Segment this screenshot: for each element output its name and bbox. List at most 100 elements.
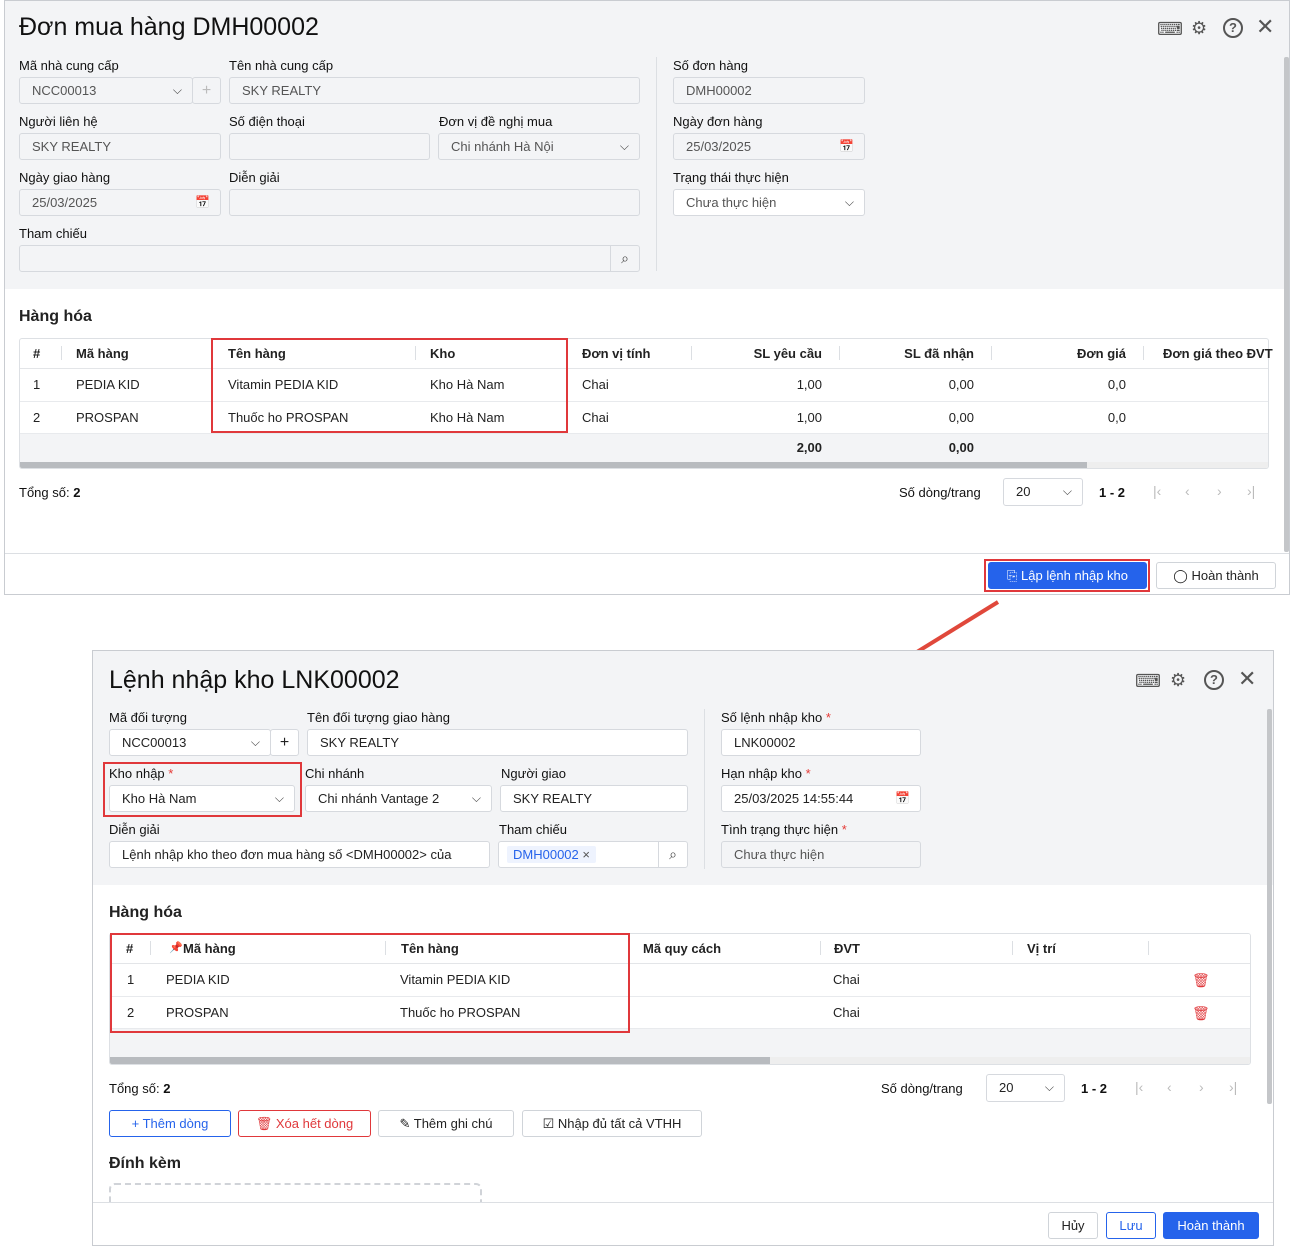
- horizontal-scrollbar[interactable]: [20, 462, 1268, 468]
- reference-field[interactable]: DMH00002 × ⌕: [498, 841, 688, 868]
- save-button[interactable]: Lưu: [1106, 1212, 1156, 1239]
- label: Tình trạng thực hiện *: [721, 822, 847, 837]
- page-size-select[interactable]: 20 ⌵: [1003, 478, 1083, 506]
- gear-icon[interactable]: ⚙: [1191, 19, 1207, 37]
- cell-col-recv-qty: 0,00: [948, 377, 974, 392]
- next-page-icon[interactable]: ›: [1199, 1079, 1204, 1095]
- close-icon[interactable]: ✕: [1256, 16, 1274, 38]
- table-row[interactable]: [20, 369, 1268, 402]
- supplier-code-select[interactable]: NCC00013 ⌵: [19, 77, 193, 104]
- required-mark: *: [825, 710, 831, 725]
- complete-button[interactable]: Hoàn thành: [1163, 1212, 1259, 1239]
- order-date-field[interactable]: 25/03/2025 📅: [673, 133, 865, 160]
- add-supplier-button[interactable]: +: [192, 77, 221, 104]
- dept-select[interactable]: Chi nhánh Hà Nội ⌵: [438, 133, 640, 160]
- search-icon[interactable]: ⌕: [658, 842, 687, 867]
- page-range: 1 - 2: [1081, 1081, 1108, 1096]
- horizontal-scrollbar[interactable]: [110, 1057, 1250, 1064]
- highlight-box: [103, 762, 302, 817]
- value: 25/03/2025: [32, 195, 98, 210]
- remove-tag-icon[interactable]: ×: [582, 847, 590, 862]
- reference-tag[interactable]: DMH00002 ×: [507, 846, 596, 863]
- first-page-icon[interactable]: |‹: [1153, 483, 1161, 499]
- divider: [704, 709, 705, 869]
- trash-icon: 🗑: [255, 1116, 276, 1131]
- add-note-button[interactable]: ✎ Thêm ghi chú: [378, 1110, 514, 1137]
- close-icon[interactable]: ✕: [1238, 668, 1256, 690]
- highlight-box: [984, 559, 1150, 592]
- contact-field[interactable]: SKY REALTY: [19, 133, 221, 160]
- label: Đơn vị đề nghị mua: [439, 114, 553, 129]
- help-icon[interactable]: ?: [1204, 670, 1224, 690]
- trash-icon[interactable]: 🗑: [1192, 1005, 1210, 1022]
- cell-col-recv-qty: 0,00: [948, 410, 974, 425]
- delivery-date-field[interactable]: 25/03/2025 📅: [19, 189, 221, 216]
- chevron-down-icon: ⌵: [250, 735, 260, 749]
- table-row[interactable]: [20, 402, 1268, 434]
- label-text: Số lệnh nhập kho: [721, 710, 823, 725]
- label: Tên nhà cung cấp: [229, 58, 334, 73]
- value: 20: [1016, 484, 1031, 499]
- keyboard-icon[interactable]: ⌨: [1135, 672, 1161, 690]
- cell-col-code: PROSPAN: [76, 410, 139, 425]
- total-label: Tổng số:: [19, 485, 70, 500]
- trash-icon[interactable]: 🗑: [1192, 972, 1210, 989]
- add-object-button[interactable]: +: [270, 729, 299, 756]
- calendar-icon: 📅: [895, 791, 910, 805]
- cancel-button[interactable]: Hủy: [1048, 1212, 1098, 1239]
- prev-page-icon[interactable]: ‹: [1167, 1079, 1172, 1095]
- empty-area: [110, 1029, 1250, 1057]
- checkbox-icon: ☑: [542, 1116, 558, 1131]
- deadline-field[interactable]: 25/03/2025 14:55:44 📅: [721, 785, 921, 812]
- prev-page-icon[interactable]: ‹: [1185, 483, 1190, 499]
- total-value: 2: [73, 485, 81, 500]
- add-row-button[interactable]: + Thêm dòng: [109, 1110, 231, 1137]
- order-no-field[interactable]: DMH00002: [673, 77, 865, 104]
- phone-field[interactable]: [229, 133, 430, 160]
- last-page-icon[interactable]: ›|: [1247, 483, 1255, 499]
- label: Tên đối tượng giao hàng: [307, 710, 450, 725]
- deliverer-field[interactable]: SKY REALTY: [500, 785, 688, 812]
- label: Số lệnh nhập kho *: [721, 710, 831, 725]
- cell-col-index: 2: [33, 410, 41, 425]
- receipt-no-field[interactable]: LNK00002: [721, 729, 921, 756]
- chevron-down-icon: ⌵: [1062, 484, 1072, 498]
- label: Diễn giải: [229, 170, 280, 185]
- next-page-icon[interactable]: ›: [1217, 483, 1222, 499]
- cell-col-unit: Chai: [833, 1005, 860, 1020]
- description-field[interactable]: Lệnh nhập kho theo đơn mua hàng số <DMH0…: [109, 841, 490, 868]
- highlight-box: [211, 338, 568, 433]
- label: Ngày đơn hàng: [673, 114, 763, 129]
- fill-all-button[interactable]: ☑ Nhập đủ tất cả VTHH: [522, 1110, 702, 1137]
- supplier-name-field[interactable]: SKY REALTY: [229, 77, 640, 104]
- header-col-price: Đơn giá: [1077, 346, 1126, 361]
- search-icon[interactable]: ⌕: [610, 246, 639, 271]
- page-range: 1 - 2: [1099, 485, 1126, 500]
- goods-receipt-dialog: Lệnh nhập kho LNK00002 ⌨ ⚙ ? ✕ Mã đối tư…: [92, 650, 1274, 1246]
- reference-field[interactable]: ⌕: [19, 245, 640, 272]
- value: 25/03/2025: [686, 139, 752, 154]
- header-col-index: #: [33, 346, 41, 361]
- pencil-icon: ✎: [399, 1116, 414, 1131]
- vertical-scrollbar[interactable]: [1267, 709, 1272, 1104]
- status-select[interactable]: Chưa thực hiện ⌵: [673, 189, 865, 216]
- label: Người giao: [501, 766, 566, 781]
- chevron-down-icon: ⌵: [619, 139, 629, 153]
- help-icon[interactable]: ?: [1223, 18, 1243, 38]
- description-field[interactable]: [229, 189, 640, 216]
- object-select[interactable]: NCC00013 ⌵: [109, 729, 271, 756]
- complete-button[interactable]: ◯ Hoàn thành: [1156, 562, 1276, 589]
- object-name-field[interactable]: SKY REALTY: [307, 729, 688, 756]
- branch-select[interactable]: Chi nhánh Vantage 2 ⌵: [305, 785, 492, 812]
- last-page-icon[interactable]: ›|: [1229, 1079, 1237, 1095]
- delete-all-rows-button[interactable]: 🗑 Xóa hết dòng: [238, 1110, 371, 1137]
- page-size-select[interactable]: 20 ⌵: [986, 1074, 1065, 1102]
- calendar-icon: 📅: [839, 139, 854, 153]
- total-count: Tổng số: 2: [109, 1081, 170, 1096]
- gear-icon[interactable]: ⚙: [1170, 671, 1186, 689]
- total-recv-qty: 0,00: [948, 440, 974, 455]
- vertical-scrollbar[interactable]: [1284, 57, 1289, 552]
- keyboard-icon[interactable]: ⌨: [1157, 20, 1183, 38]
- first-page-icon[interactable]: |‹: [1135, 1079, 1143, 1095]
- cell-col-price: 0,0: [1107, 377, 1126, 392]
